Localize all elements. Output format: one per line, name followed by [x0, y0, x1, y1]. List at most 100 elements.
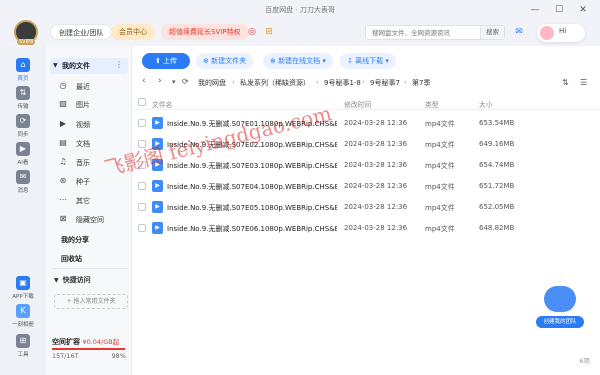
- avatar[interactable]: SVIP8: [14, 20, 38, 45]
- create-team-badge[interactable]: 创建我的团队: [536, 286, 584, 330]
- message-icon: ✉: [16, 170, 30, 184]
- sidebar-my-share[interactable]: 我的分享: [61, 235, 89, 245]
- sidebar-item-other[interactable]: ⋯ 其它: [52, 192, 128, 208]
- sidebar-item-label: 其它: [76, 197, 90, 205]
- sidebar-item-hidden-space[interactable]: ⊠ 隐藏空间: [52, 211, 128, 227]
- file-name[interactable]: Inside.No.9.无删减.S07E05.1080p.WEBRip.CHS&…: [167, 203, 337, 213]
- rail-item-transfer[interactable]: ⇅ 传输: [7, 86, 39, 110]
- storage-price: ¥0.04/GB起: [82, 338, 120, 346]
- row-checkbox[interactable]: [138, 203, 146, 211]
- column-name[interactable]: 文件名: [152, 99, 172, 109]
- sidebar-recycle-bin[interactable]: 回收站: [61, 254, 82, 264]
- storage-expand[interactable]: 空间扩容 ¥0.04/GB起: [52, 336, 119, 347]
- file-name[interactable]: Inside.No.9.无删减.S07E02.1080p.WEBRip.CHS&…: [167, 140, 337, 150]
- file-name[interactable]: Inside.No.9.无删减.S07E04.1080p.WEBRip.CHS&…: [167, 182, 337, 192]
- breadcrumb-item[interactable]: 私发系列（稀缺资源）: [240, 78, 310, 88]
- column-time[interactable]: 修改时间: [344, 99, 371, 109]
- sidebar-item-recent[interactable]: ◷ 最近: [52, 78, 128, 94]
- table-row[interactable]: ▶ Inside.No.9.无删减.S07E05.1080p.WEBRip.CH…: [132, 197, 600, 218]
- game-icon[interactable]: ◎: [246, 26, 258, 38]
- rail-item-ke[interactable]: K 一刻相册: [7, 304, 39, 328]
- sort-icon[interactable]: ⇅: [562, 78, 569, 87]
- file-name[interactable]: Inside.No.9.无删减.S07E01.1080p.WEBRip.CHS&…: [167, 119, 337, 129]
- file-time: 2024-03-28 12:36: [344, 224, 408, 232]
- row-checkbox[interactable]: [138, 119, 146, 127]
- lock-icon: ⊠: [59, 214, 67, 223]
- column-type[interactable]: 类型: [425, 99, 439, 109]
- gift-icon[interactable]: ⊞: [263, 26, 275, 38]
- rail-item-sync[interactable]: ⟳ 同步: [7, 114, 39, 138]
- close-icon[interactable]: ✕: [576, 3, 590, 17]
- forward-icon[interactable]: ›: [158, 76, 162, 86]
- rail-item-home[interactable]: ⌂ 首页: [7, 58, 39, 82]
- video-file-icon: ▶: [152, 159, 163, 171]
- rail-item-message[interactable]: ✉ 消息: [7, 170, 39, 194]
- assistant-avatar-icon: [540, 26, 554, 40]
- select-all-checkbox[interactable]: [138, 98, 146, 106]
- row-checkbox[interactable]: [138, 161, 146, 169]
- new-online-doc-button[interactable]: ⊕ 新建在线文档 ▾: [263, 53, 333, 69]
- breadcrumb-sep: ›: [404, 78, 407, 86]
- search-button[interactable]: 搜索: [480, 26, 504, 39]
- minimize-icon[interactable]: —: [528, 3, 542, 17]
- vip-center-button[interactable]: 会员中心: [111, 24, 155, 40]
- breadcrumb-item[interactable]: 9号秘事1-8: [324, 78, 361, 88]
- row-checkbox[interactable]: [138, 140, 146, 148]
- row-checkbox[interactable]: [138, 182, 146, 190]
- chevron-down-icon[interactable]: ▾: [172, 78, 176, 86]
- maximize-icon[interactable]: ☐: [552, 3, 566, 17]
- rail-item-app-download[interactable]: ▣ APP下载: [7, 276, 39, 300]
- breadcrumb-item[interactable]: 我的网盘: [198, 78, 226, 88]
- add-quick-access[interactable]: + 拖入常用文件夹: [54, 294, 128, 309]
- table-row[interactable]: ▶ Inside.No.9.无删减.S07E06.1080p.WEBRip.CH…: [132, 218, 600, 239]
- rail-item-ai[interactable]: ▶ AI看: [7, 142, 39, 166]
- enterprise-button[interactable]: 创建企业/团队: [50, 24, 113, 40]
- file-type: mp4文件: [425, 120, 455, 128]
- breadcrumb-current[interactable]: 第7季: [412, 78, 430, 88]
- table-row[interactable]: ▶ Inside.No.9.无删减.S07E02.1080p.WEBRip.CH…: [132, 134, 600, 155]
- quick-access-header[interactable]: ▼ 快捷访问: [54, 275, 91, 285]
- video-file-icon: ▶: [152, 180, 163, 192]
- left-rail: ⌂ 首页 ⇅ 传输 ⟳ 同步 ▶ AI看 ✉ 消息 ▣ APP下载 K 一刻相册…: [0, 46, 46, 375]
- list-view-icon[interactable]: ☰: [580, 78, 587, 87]
- table-row[interactable]: ▶ Inside.No.9.无删减.S07E04.1080p.WEBRip.CH…: [132, 176, 600, 197]
- file-name[interactable]: Inside.No.9.无删减.S07E06.1080p.WEBRip.CHS&…: [167, 224, 337, 234]
- promo-button[interactable]: 超值续费延长SVIP特权: [161, 24, 249, 40]
- column-size[interactable]: 大小: [479, 99, 493, 109]
- new-folder-button[interactable]: ⊕ 新建文件夹: [196, 53, 254, 69]
- rail-label: 一刻相册: [11, 322, 34, 328]
- sidebar-item-images[interactable]: ▨ 图片: [52, 96, 128, 112]
- storage-progress-bar: [52, 348, 126, 350]
- more-icon[interactable]: ⋮: [115, 60, 123, 69]
- file-time: 2024-03-28 12:36: [344, 182, 408, 190]
- search-input[interactable]: [366, 26, 476, 39]
- file-size: 651.72MB: [479, 182, 515, 190]
- file-type: mp4文件: [425, 183, 455, 191]
- sidebar-item-docs[interactable]: ▤ 文档: [52, 135, 128, 151]
- sidebar-item-torrents[interactable]: ⊛ 种子: [52, 173, 128, 189]
- upload-button[interactable]: ⬆ 上传: [142, 53, 190, 69]
- table-row[interactable]: ▶ Inside.No.9.无删减.S07E03.1080p.WEBRip.CH…: [132, 155, 600, 176]
- back-icon[interactable]: ‹: [142, 76, 146, 86]
- sidebar-item-music[interactable]: ♫ 音乐: [52, 154, 128, 170]
- mail-icon[interactable]: ✉: [512, 25, 526, 39]
- file-name[interactable]: Inside.No.9.无删减.S07E03.1080p.WEBRip.CHS&…: [167, 161, 337, 171]
- video-file-icon: ▶: [152, 138, 163, 150]
- ai-icon: ▶: [16, 142, 30, 156]
- document-icon: ▤: [59, 138, 67, 147]
- sidebar: ▼ 我的文件 ⋮ ◷ 最近 ▨ 图片 ▶ 视频 ▤ 文档 ♫ 音乐 ⊛ 种子 ⋯…: [46, 46, 132, 375]
- svip-badge: SVIP8: [17, 39, 36, 45]
- tools-icon: ⊞: [16, 334, 30, 348]
- sidebar-my-files[interactable]: ▼ 我的文件 ⋮: [50, 58, 128, 74]
- sidebar-item-videos[interactable]: ▶ 视频: [52, 116, 128, 132]
- row-checkbox[interactable]: [138, 224, 146, 232]
- sidebar-item-label: 最近: [76, 83, 90, 91]
- breadcrumb-item[interactable]: 9号秘事7: [370, 78, 400, 88]
- refresh-icon[interactable]: ⟳: [182, 77, 189, 86]
- table-row[interactable]: ▶ Inside.No.9.无删减.S07E01.1080p.WEBRip.CH…: [132, 113, 600, 134]
- assistant-bubble[interactable]: Hi: [537, 24, 585, 42]
- new-online-doc-label: 新建在线文档: [278, 57, 321, 65]
- rail-item-tools[interactable]: ⊞ 工具: [7, 334, 39, 358]
- ke-icon: K: [16, 304, 30, 318]
- offline-download-button[interactable]: ⇩ 离线下载 ▾: [340, 53, 396, 69]
